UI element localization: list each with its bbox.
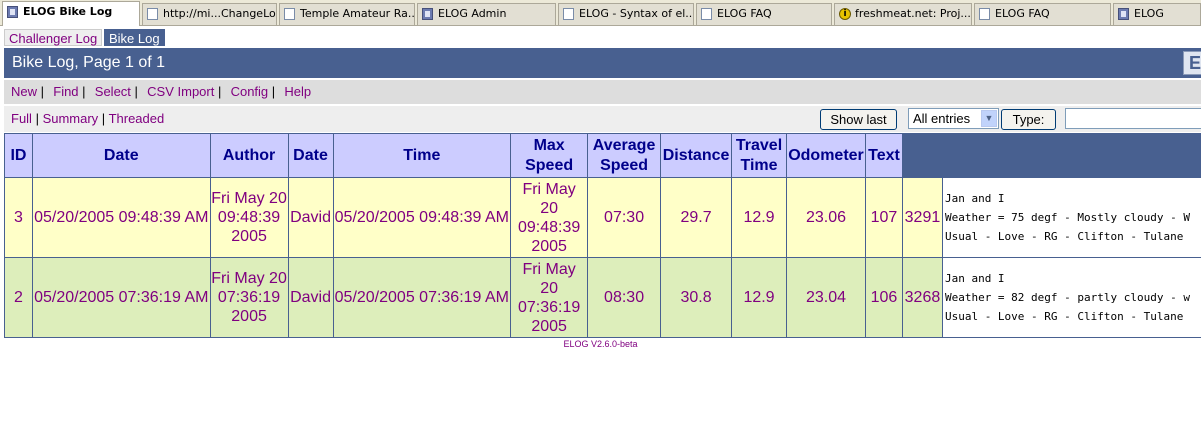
browser-tab-elog-admin[interactable]: ELOG Admin — [417, 3, 556, 25]
browser-tab-label: ELOG FAQ — [995, 7, 1050, 20]
new-link[interactable]: New — [11, 84, 37, 99]
cell-author[interactable]: Fri May 20 07:36:19 2005 — [209, 257, 289, 338]
cell-date-2[interactable]: David — [287, 177, 334, 258]
csv-import-link[interactable]: CSV Import — [147, 84, 214, 99]
freshmeat-icon: i — [839, 8, 851, 20]
cell-date[interactable]: 05/20/2005 07:36:19 AM — [31, 257, 211, 338]
column-header-text[interactable]: Text — [864, 133, 903, 178]
cell-text[interactable]: 106 — [864, 257, 903, 338]
cell-text[interactable]: 107 — [864, 177, 903, 258]
column-header-author[interactable]: Author — [209, 133, 289, 178]
browser-tab-bar: ELOG Bike Log http://mi...ChangeLog Temp… — [0, 0, 1201, 26]
entries-filter-value: All entries — [913, 111, 971, 126]
cell-time[interactable]: 05/20/2005 07:36:19 AM — [332, 257, 512, 338]
browser-tab-changelog[interactable]: http://mi...ChangeLog — [142, 3, 277, 25]
table-row[interactable]: 2 05/20/2005 07:36:19 AM Fri May 20 07:3… — [4, 257, 1201, 338]
cell-date[interactable]: 05/20/2005 09:48:39 AM — [31, 177, 211, 258]
cell-average-speed[interactable]: 07:30 — [587, 177, 662, 258]
browser-tab-label: http://mi...ChangeLog — [163, 7, 277, 20]
view-full-link[interactable]: Full — [11, 111, 32, 126]
column-header-average-speed[interactable]: Average Speed — [587, 133, 662, 178]
browser-tab-temple-amateur[interactable]: Temple Amateur Ra... — [279, 3, 415, 25]
column-header-max-speed[interactable]: Max Speed — [510, 133, 589, 178]
column-header-travel-time[interactable]: Travel Time — [731, 133, 787, 178]
view-threaded-link[interactable]: Threaded — [109, 111, 165, 126]
cell-author[interactable]: Fri May 20 09:48:39 2005 — [209, 177, 289, 258]
elog-icon — [1118, 8, 1129, 20]
page-icon — [147, 8, 158, 20]
page-icon — [979, 8, 990, 20]
select-link[interactable]: Select — [95, 84, 131, 99]
browser-tab-elog-faq[interactable]: ELOG FAQ — [696, 3, 832, 25]
column-header-id[interactable]: ID — [4, 133, 33, 178]
logbook-tab-bike[interactable]: Bike Log — [104, 29, 165, 46]
entries-table: ID Date Author Date Time Max Speed Avera… — [4, 133, 1201, 338]
cell-entry-body[interactable]: Jan and I Weather = 82 degf - partly clo… — [941, 257, 1201, 338]
cell-travel-time[interactable]: 12.9 — [731, 257, 787, 338]
cell-average-speed[interactable]: 08:30 — [587, 257, 662, 338]
column-header-date[interactable]: Date — [31, 133, 211, 178]
cell-odometer[interactable]: 23.06 — [786, 177, 866, 258]
page-title-bar: Bike Log, Page 1 of 1 E — [4, 48, 1201, 78]
elog-icon — [7, 6, 18, 18]
column-header-time[interactable]: Time — [332, 133, 512, 178]
page-icon — [284, 8, 295, 20]
browser-tab-elog[interactable]: ELOG — [1113, 3, 1201, 25]
elog-icon — [422, 8, 433, 20]
browser-tab-label: ELOG FAQ — [717, 7, 772, 20]
type-input[interactable] — [1065, 108, 1201, 129]
chevron-down-icon[interactable]: ▼ — [981, 110, 997, 127]
page-icon — [563, 8, 574, 20]
column-header-odometer[interactable]: Odometer — [786, 133, 866, 178]
view-bar: Full | Summary | Threaded Show last All … — [4, 106, 1201, 132]
cell-time[interactable]: 05/20/2005 09:48:39 AM — [332, 177, 512, 258]
config-link[interactable]: Config — [231, 84, 269, 99]
column-header-distance[interactable]: Distance — [660, 133, 733, 178]
cell-extra[interactable]: 3268 — [901, 257, 943, 338]
cell-max-speed[interactable]: Fri May 20 07:36:19 2005 — [510, 257, 589, 338]
table-row[interactable]: 3 05/20/2005 09:48:39 AM Fri May 20 09:4… — [4, 177, 1201, 258]
column-header-filler — [901, 133, 1201, 178]
show-last-button[interactable]: Show last — [820, 109, 897, 130]
cell-entry-body[interactable]: Jan and I Weather = 75 degf - Mostly clo… — [941, 177, 1201, 258]
cell-max-speed[interactable]: Fri May 20 09:48:39 2005 — [510, 177, 589, 258]
find-link[interactable]: Find — [53, 84, 78, 99]
column-header-date-2[interactable]: Date — [287, 133, 334, 178]
cell-travel-time[interactable]: 12.9 — [731, 177, 787, 258]
logbook-tab-challenger[interactable]: Challenger Log — [4, 29, 103, 46]
cell-distance[interactable]: 29.7 — [660, 177, 733, 258]
browser-tab-elog-faq-2[interactable]: ELOG FAQ — [974, 3, 1111, 25]
browser-tab-label: ELOG Admin — [438, 7, 507, 20]
cell-id[interactable]: 3 — [4, 177, 33, 258]
entries-filter-select[interactable]: All entries ▼ — [908, 108, 999, 129]
browser-tab-label: freshmeat.net: Proj... — [855, 7, 971, 20]
browser-tab-freshmeat[interactable]: i freshmeat.net: Proj... — [834, 3, 972, 25]
page-title: Bike Log, Page 1 of 1 — [12, 54, 165, 71]
browser-tab-label: ELOG — [1134, 7, 1164, 20]
browser-tab-elog-syntax[interactable]: ELOG - Syntax of el... — [558, 3, 694, 25]
version-footer[interactable]: ELOG V2.6.0-beta — [0, 339, 1201, 349]
cell-date-2[interactable]: David — [287, 257, 334, 338]
cell-id[interactable]: 2 — [4, 257, 33, 338]
browser-tab-label: ELOG - Syntax of el... — [579, 7, 694, 20]
view-summary-link[interactable]: Summary — [43, 111, 99, 126]
help-link[interactable]: Help — [284, 84, 311, 99]
browser-tab-label: ELOG Bike Log — [23, 5, 113, 18]
cell-odometer[interactable]: 23.04 — [786, 257, 866, 338]
browser-tab-elog-bike-log[interactable]: ELOG Bike Log — [2, 1, 140, 26]
command-menu: New | Find | Select | CSV Import | Confi… — [4, 80, 1201, 104]
elog-logo-icon[interactable]: E — [1183, 51, 1201, 75]
browser-tab-label: Temple Amateur Ra... — [300, 7, 415, 20]
cell-distance[interactable]: 30.8 — [660, 257, 733, 338]
table-header-row: ID Date Author Date Time Max Speed Avera… — [4, 133, 1201, 178]
page-icon — [701, 8, 712, 20]
cell-extra[interactable]: 3291 — [901, 177, 943, 258]
type-button[interactable]: Type: — [1001, 109, 1056, 130]
